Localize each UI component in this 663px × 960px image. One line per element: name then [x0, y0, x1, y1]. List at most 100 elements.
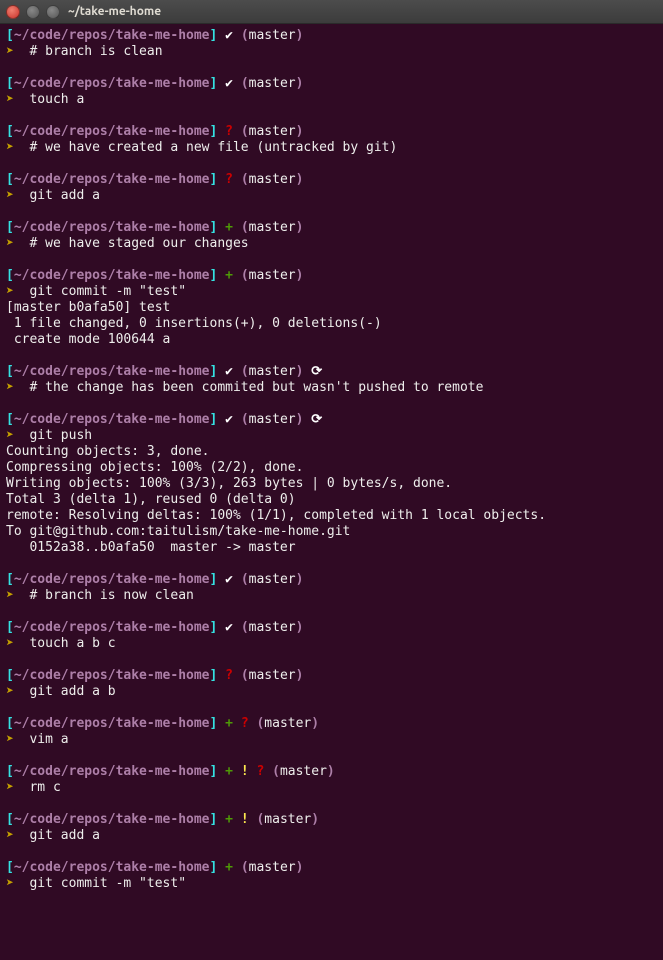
cwd-path: ~/code/repos/take-me-home	[14, 268, 210, 283]
prompt-arrow-icon: ➤	[6, 588, 29, 603]
prompt-arrow-icon: ➤	[6, 284, 29, 299]
git-branch: master	[249, 124, 296, 139]
maximize-icon[interactable]	[46, 5, 60, 19]
bracket-close-icon: ]	[210, 620, 226, 635]
git-branch: master	[249, 620, 296, 635]
paren-open-icon: (	[241, 76, 249, 91]
output-line: To git@github.com:taitulism/take-me-home…	[6, 524, 657, 540]
blank-line	[6, 156, 657, 172]
output-line: Compressing objects: 100% (2/2), done.	[6, 460, 657, 476]
cwd-path: ~/code/repos/take-me-home	[14, 172, 210, 187]
output-line: remote: Resolving deltas: 100% (1/1), co…	[6, 508, 657, 524]
command-text: # we have created a new file (untracked …	[29, 140, 397, 155]
bracket-close-icon: ]	[210, 860, 226, 875]
prompt-arrow-icon: ➤	[6, 780, 29, 795]
output-text: To git@github.com:taitulism/take-me-home…	[6, 524, 350, 539]
command-text: # we have staged our changes	[29, 236, 248, 251]
paren-close-icon: )	[296, 668, 304, 683]
git-status-check-icon: ✔	[225, 412, 241, 427]
output-text: [master b0afa50] test	[6, 300, 170, 315]
blank-line	[6, 700, 657, 716]
paren-open-icon: (	[272, 764, 280, 779]
cwd-path: ~/code/repos/take-me-home	[14, 572, 210, 587]
git-status-plus-icon: +	[225, 812, 241, 827]
close-icon[interactable]	[6, 5, 20, 19]
terminal-output[interactable]: [~/code/repos/take-me-home] ✔ (master)➤ …	[0, 24, 663, 896]
git-extra-cycle-icon: ⟳	[311, 364, 322, 379]
command-line: ➤ git push	[6, 428, 657, 444]
prompt-arrow-icon: ➤	[6, 684, 29, 699]
blank-line	[6, 556, 657, 572]
prompt-arrow-icon: ➤	[6, 828, 29, 843]
git-status-bang-icon: !	[241, 764, 257, 779]
bracket-close-icon: ]	[210, 172, 226, 187]
command-text: rm c	[29, 780, 60, 795]
paren-close-icon: )	[327, 764, 335, 779]
output-line: Counting objects: 3, done.	[6, 444, 657, 460]
bracket-close-icon: ]	[210, 220, 226, 235]
prompt-line: [~/code/repos/take-me-home] ✔ (master)	[6, 620, 657, 636]
git-status-check-icon: ✔	[225, 620, 241, 635]
cwd-path: ~/code/repos/take-me-home	[14, 860, 210, 875]
paren-close-icon: )	[311, 812, 319, 827]
command-line: ➤ git commit -m "test"	[6, 876, 657, 892]
git-status-bang-icon: !	[241, 812, 257, 827]
paren-close-icon: )	[296, 28, 304, 43]
git-status-check-icon: ✔	[225, 364, 241, 379]
command-line: ➤ touch a b c	[6, 636, 657, 652]
prompt-line: [~/code/repos/take-me-home] + ! (master)	[6, 812, 657, 828]
command-line: ➤ vim a	[6, 732, 657, 748]
prompt-arrow-icon: ➤	[6, 428, 29, 443]
bracket-open-icon: [	[6, 620, 14, 635]
output-text: 0152a38..b0afa50 master -> master	[6, 540, 296, 555]
paren-open-icon: (	[241, 364, 249, 379]
bracket-open-icon: [	[6, 268, 14, 283]
prompt-line: [~/code/repos/take-me-home] ? (master)	[6, 668, 657, 684]
git-branch: master	[249, 76, 296, 91]
blank-line	[6, 796, 657, 812]
window-titlebar: ~/take-me-home	[0, 0, 663, 24]
bracket-open-icon: [	[6, 412, 14, 427]
prompt-line: [~/code/repos/take-me-home] ? (master)	[6, 124, 657, 140]
bracket-close-icon: ]	[210, 28, 226, 43]
git-branch: master	[264, 716, 311, 731]
command-text: touch a b c	[29, 636, 115, 651]
command-text: git push	[29, 428, 92, 443]
minimize-icon[interactable]	[26, 5, 40, 19]
blank-line	[6, 604, 657, 620]
cwd-path: ~/code/repos/take-me-home	[14, 668, 210, 683]
window-buttons	[6, 5, 60, 19]
blank-line	[6, 844, 657, 860]
git-status-check-icon: ✔	[225, 28, 241, 43]
git-status-question-icon: ?	[225, 124, 241, 139]
bracket-open-icon: [	[6, 572, 14, 587]
prompt-arrow-icon: ➤	[6, 876, 29, 891]
prompt-line: [~/code/repos/take-me-home] + (master)	[6, 220, 657, 236]
git-branch: master	[249, 220, 296, 235]
bracket-open-icon: [	[6, 76, 14, 91]
command-line: ➤ # branch is clean	[6, 44, 657, 60]
blank-line	[6, 60, 657, 76]
output-line: Total 3 (delta 1), reused 0 (delta 0)	[6, 492, 657, 508]
command-text: git commit -m "test"	[29, 284, 186, 299]
prompt-arrow-icon: ➤	[6, 380, 29, 395]
paren-close-icon: )	[296, 860, 304, 875]
command-line: ➤ git add a	[6, 828, 657, 844]
cwd-path: ~/code/repos/take-me-home	[14, 716, 210, 731]
bracket-close-icon: ]	[210, 572, 226, 587]
command-line: ➤ git add a b	[6, 684, 657, 700]
git-status-plus-icon: +	[225, 764, 241, 779]
output-text: create mode 100644 a	[6, 332, 170, 347]
output-line: 1 file changed, 0 insertions(+), 0 delet…	[6, 316, 657, 332]
prompt-line: [~/code/repos/take-me-home] ✔ (master) ⟳	[6, 364, 657, 380]
prompt-arrow-icon: ➤	[6, 636, 29, 651]
paren-open-icon: (	[241, 124, 249, 139]
git-status-question-icon: ?	[241, 716, 257, 731]
prompt-arrow-icon: ➤	[6, 44, 29, 59]
git-branch: master	[249, 412, 296, 427]
prompt-line: [~/code/repos/take-me-home] + (master)	[6, 860, 657, 876]
prompt-arrow-icon: ➤	[6, 732, 29, 747]
git-status-check-icon: ✔	[225, 76, 241, 91]
prompt-arrow-icon: ➤	[6, 188, 29, 203]
paren-open-icon: (	[241, 620, 249, 635]
